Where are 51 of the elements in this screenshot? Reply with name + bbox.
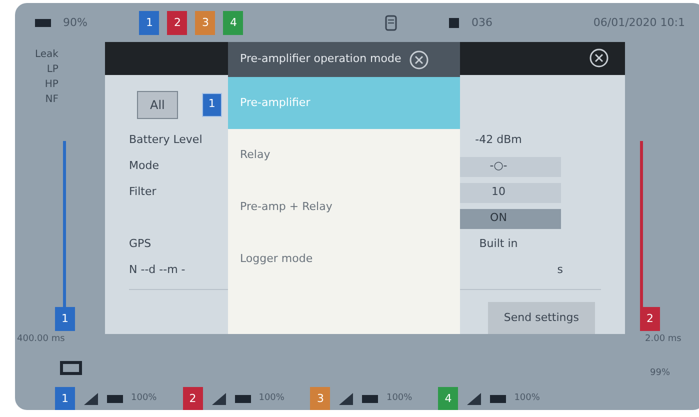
signal-icon <box>338 392 354 406</box>
channel-badge[interactable]: 3 <box>195 11 216 35</box>
legend-label: NF <box>45 93 58 107</box>
all-button[interactable]: All <box>137 90 178 118</box>
battery-percent: 90% <box>63 14 88 31</box>
battery-icon <box>107 395 123 403</box>
channel-badge: 1 <box>55 307 75 331</box>
legend-label: Leak <box>35 48 58 62</box>
channel-badge: 2 <box>640 307 660 331</box>
setting-label: Battery Level <box>129 132 204 148</box>
summary-percent: 99% <box>650 367 670 380</box>
meter-reading: 2.00 ms <box>645 333 682 346</box>
channel-badge[interactable]: 2 <box>182 387 203 410</box>
battery-icon <box>35 19 51 27</box>
send-settings-button[interactable]: Send settings <box>488 302 595 334</box>
channel-badge[interactable]: 1 <box>139 11 160 35</box>
signal-icon <box>466 392 482 406</box>
channel-badge: 1 <box>202 92 222 116</box>
battery-percent: 100% <box>131 392 157 406</box>
dialog-title: Pre-amplifier operation mode <box>240 51 402 68</box>
setting-label: Filter <box>129 184 158 200</box>
signal-icon <box>83 392 99 406</box>
gps-coordinates: N --d --m - <box>129 262 186 278</box>
channel-badge[interactable]: 4 <box>438 387 458 410</box>
gps-coordinates: s <box>557 262 563 278</box>
battery-icon <box>490 395 506 403</box>
setting-label: Mode <box>129 158 160 174</box>
setting-value: -42 dBm <box>475 132 522 148</box>
setting-value: Built in <box>479 236 518 252</box>
sd-card-icon <box>385 15 398 31</box>
memory-count: 036 <box>471 14 492 31</box>
date-time: 06/01/2020 10:1 <box>593 14 685 31</box>
channel-badge[interactable]: 4 <box>223 11 244 35</box>
battery-percent: 100% <box>258 392 284 406</box>
meter-reading: 400.00 ms <box>17 333 65 346</box>
legend-label: LP <box>46 63 58 77</box>
battery-icon <box>362 395 378 403</box>
channel-badge[interactable]: 2 <box>167 11 188 35</box>
setting-label: GPS <box>129 236 152 252</box>
memory-icon <box>449 18 460 28</box>
battery-icon <box>234 395 251 403</box>
close-icon[interactable] <box>589 48 609 68</box>
logger-icon <box>60 361 82 375</box>
battery-percent: 100% <box>514 392 540 406</box>
close-icon[interactable] <box>409 50 430 70</box>
legend-label: HP <box>44 78 58 92</box>
battery-percent: 100% <box>386 392 412 406</box>
mode-option[interactable]: Logger mode <box>228 233 460 285</box>
channel-badge[interactable]: 3 <box>310 387 330 410</box>
channel-badge[interactable]: 1 <box>55 387 75 410</box>
signal-icon <box>210 392 227 406</box>
